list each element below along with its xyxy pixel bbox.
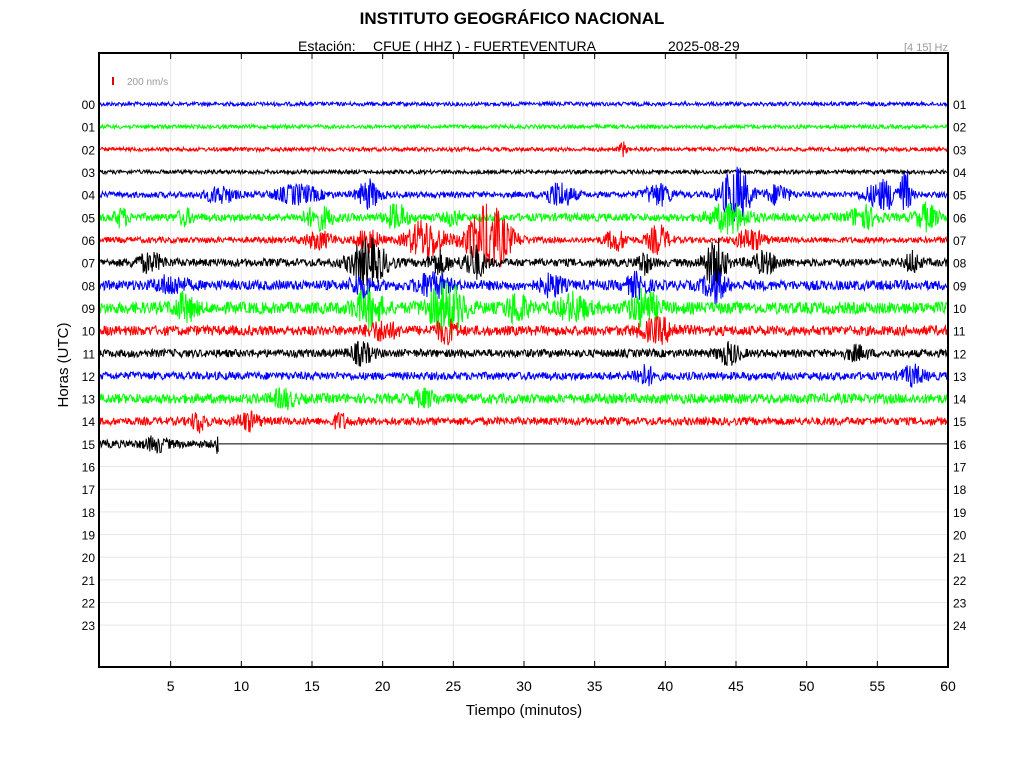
hour-label-left: 19 xyxy=(82,529,96,543)
hour-label-right: 16 xyxy=(953,438,967,452)
hour-label-right: 19 xyxy=(953,506,967,520)
hour-label-right: 05 xyxy=(953,189,967,203)
x-tick-label: 55 xyxy=(870,678,886,694)
hour-label-right: 24 xyxy=(953,619,967,633)
x-tick-label: 25 xyxy=(446,678,462,694)
hour-label-right: 15 xyxy=(953,415,967,429)
hour-label-left: 10 xyxy=(82,325,96,339)
x-tick-label: 50 xyxy=(799,678,815,694)
hour-label-right: 22 xyxy=(953,574,967,588)
hour-label-left: 21 xyxy=(82,574,96,588)
hour-label-right: 01 xyxy=(953,98,967,112)
hour-label-right: 18 xyxy=(953,483,967,497)
hour-label-left: 05 xyxy=(82,211,96,225)
amplitude-scale: 200 nm/s xyxy=(112,77,168,88)
hour-label-right: 04 xyxy=(953,166,967,180)
x-tick-label: 30 xyxy=(516,678,532,694)
x-tick-label: 45 xyxy=(728,678,744,694)
hour-label-left: 07 xyxy=(82,257,96,271)
hour-label-left: 08 xyxy=(82,279,96,293)
hour-label-left: 01 xyxy=(82,121,96,135)
x-tick-label: 10 xyxy=(234,678,250,694)
hour-label-right: 03 xyxy=(953,143,967,157)
x-tick-label: 60 xyxy=(940,678,956,694)
hour-label-right: 23 xyxy=(953,597,967,611)
hour-label-right: 09 xyxy=(953,279,967,293)
axis-ticks xyxy=(170,53,949,667)
axis-labels: 5 10 15 20 25 30 35 40 45 50 55 60 00 01 02 03 04 05 06 07 0… xyxy=(55,98,967,719)
hour-label-right: 17 xyxy=(953,461,967,475)
x-tick-label: 35 xyxy=(587,678,603,694)
hour-label-right: 06 xyxy=(953,211,967,225)
x-tick-label: 20 xyxy=(375,678,391,694)
trace-hour-15 xyxy=(99,435,219,454)
hour-label-right: 14 xyxy=(953,393,967,407)
hour-label-left: 18 xyxy=(82,506,96,520)
hour-label-right: 13 xyxy=(953,370,967,384)
x-tick-label: 5 xyxy=(167,678,175,694)
x-tick-label: 15 xyxy=(304,678,320,694)
hour-label-left: 02 xyxy=(82,143,96,157)
x-tick-label: 40 xyxy=(658,678,674,694)
hour-label-left: 11 xyxy=(83,347,96,361)
hour-label-left: 03 xyxy=(82,166,96,180)
hour-label-left: 09 xyxy=(82,302,96,316)
hour-label-left: 22 xyxy=(82,597,96,611)
hour-label-right: 07 xyxy=(953,234,967,248)
grid-lines xyxy=(100,53,948,667)
hour-label-left: 23 xyxy=(82,619,96,633)
hour-label-right: 10 xyxy=(953,302,967,316)
hour-label-right: 08 xyxy=(953,257,967,271)
hour-label-right: 20 xyxy=(953,529,967,543)
x-axis-label: Tiempo (minutos) xyxy=(466,702,582,719)
hour-label-left: 00 xyxy=(82,98,96,112)
hour-label-left: 20 xyxy=(82,551,96,565)
hour-label-left: 12 xyxy=(82,370,96,384)
seismogram-plot: 5 10 15 20 25 30 35 40 45 50 55 60 00 01 02 03 04 05 06 07 0… xyxy=(55,52,967,719)
hour-label-left: 04 xyxy=(82,189,96,203)
hour-label-left: 06 xyxy=(82,234,96,248)
scale-label: 200 nm/s xyxy=(127,77,168,88)
hour-label-left: 17 xyxy=(82,483,96,497)
hour-label-right: 11 xyxy=(953,325,966,339)
hour-label-left: 15 xyxy=(82,438,96,452)
hour-label-right: 02 xyxy=(953,121,967,135)
hour-label-left: 13 xyxy=(82,393,96,407)
hour-label-right: 21 xyxy=(953,551,967,565)
hour-label-left: 16 xyxy=(82,461,96,475)
hour-label-right: 12 xyxy=(953,347,967,361)
y-axis-label: Horas (UTC) xyxy=(55,322,72,407)
hour-label-left: 14 xyxy=(82,415,96,429)
